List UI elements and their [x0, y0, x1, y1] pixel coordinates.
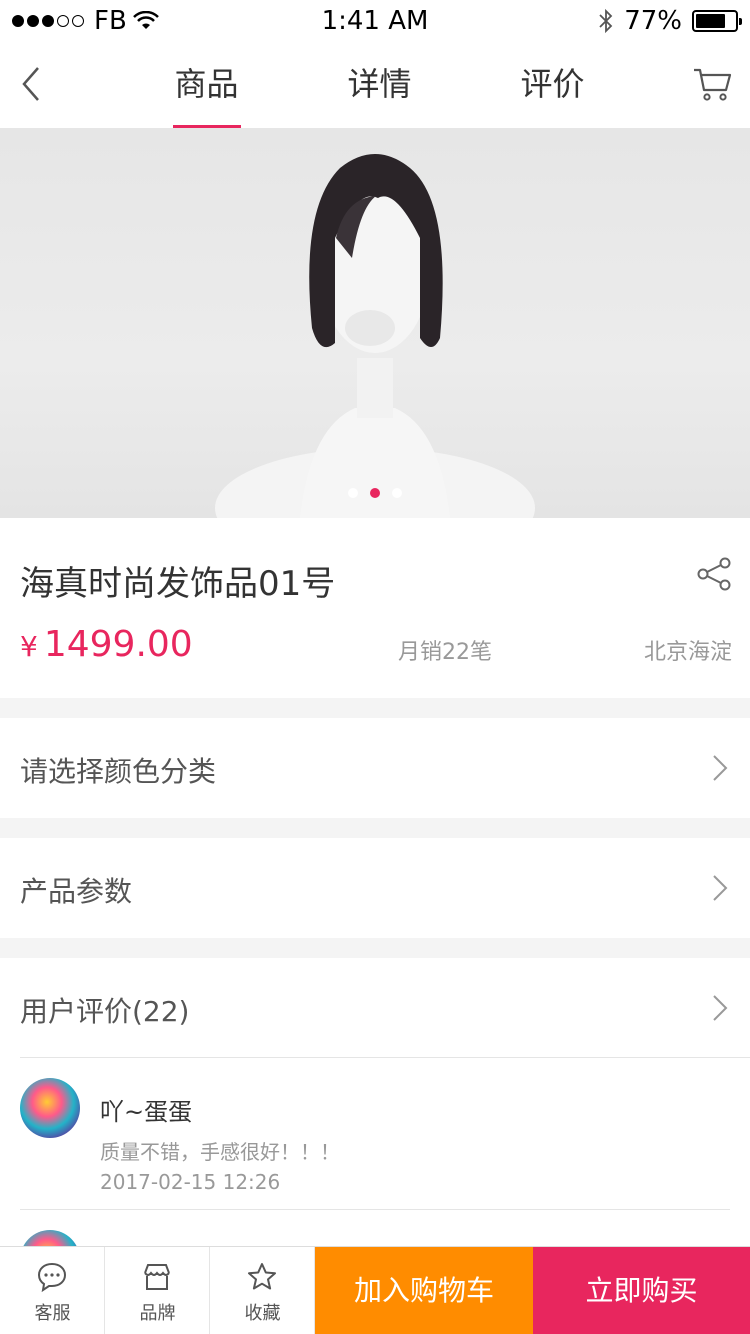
reviews-header[interactable]: 用户评价(22) [20, 958, 750, 1058]
back-icon[interactable] [18, 64, 42, 104]
battery-icon [692, 10, 742, 32]
carousel-pager [0, 488, 750, 498]
tab-reviews[interactable]: 评价 [466, 40, 639, 128]
nav-tabs: 商品 详情 评价 [120, 40, 640, 128]
currency-symbol: ¥ [20, 630, 38, 663]
tab-product[interactable]: 商品 [120, 40, 293, 128]
chevron-right-icon [713, 755, 728, 781]
add-to-cart-button[interactable]: 加入购物车 [315, 1247, 533, 1334]
price-value: 1499.00 [43, 624, 193, 665]
battery-percent: 77% [624, 6, 682, 36]
select-color-label: 请选择颜色分类 [20, 755, 217, 788]
carousel-dot[interactable] [370, 488, 380, 498]
cart-icon[interactable] [692, 64, 732, 104]
review-date: 2017-02-15 12:26 [100, 1170, 281, 1194]
seller-location: 北京海淀 [643, 640, 732, 665]
store-icon [144, 1264, 170, 1290]
favorite-button[interactable]: 收藏 [210, 1247, 315, 1334]
reviews-header-label: 用户评价(22) [20, 995, 190, 1028]
brand-button[interactable]: 品牌 [105, 1247, 210, 1334]
select-color-row[interactable]: 请选择颜色分类 [0, 718, 750, 818]
product-params-label: 产品参数 [20, 875, 133, 908]
bottom-action-bar: 客服 品牌 收藏 加入购物车 立即购买 [0, 1246, 750, 1334]
product-params-row[interactable]: 产品参数 [0, 838, 750, 938]
share-icon[interactable] [696, 556, 732, 592]
review-item: 吖~蛋蛋 质量不错，手感很好！！！ 2017-02-15 12:26 [20, 1078, 730, 1210]
brand-label: 品牌 [139, 1303, 176, 1324]
customer-service-label: 客服 [34, 1303, 71, 1324]
status-bar: FB 1:41 AM 77% [0, 0, 750, 40]
review-text: 质量不错，手感很好！！！ [100, 1140, 340, 1164]
chevron-right-icon [713, 875, 728, 901]
favorite-label: 收藏 [244, 1303, 281, 1324]
product-price: ¥1499.00 [20, 624, 193, 665]
avatar [20, 1078, 80, 1138]
product-photo [215, 154, 535, 518]
review-username: 吖~蛋蛋 [100, 1098, 193, 1126]
monthly-sales: 月销22笔 [398, 640, 492, 665]
user-reviews-section: 用户评价(22) 吖~蛋蛋 质量不错，手感很好！！！ 2017-02-15 12… [0, 958, 750, 1290]
customer-service-button[interactable]: 客服 [0, 1247, 105, 1334]
buy-now-button[interactable]: 立即购买 [533, 1247, 750, 1334]
chat-bubble-icon [37, 1262, 67, 1293]
carousel-dot[interactable] [392, 488, 402, 498]
chevron-right-icon [713, 995, 728, 1021]
tab-details[interactable]: 详情 [293, 40, 466, 128]
carousel-dot[interactable] [348, 488, 358, 498]
top-nav: 商品 详情 评价 [0, 40, 750, 128]
product-info: 海真时尚发饰品01号 ¥1499.00 月销22笔 北京海淀 [0, 518, 750, 698]
bluetooth-icon [599, 8, 613, 34]
battery-area: 77% [598, 6, 742, 36]
star-icon [248, 1263, 276, 1290]
product-image-carousel[interactable] [0, 128, 750, 518]
product-title: 海真时尚发饰品01号 [20, 564, 336, 604]
